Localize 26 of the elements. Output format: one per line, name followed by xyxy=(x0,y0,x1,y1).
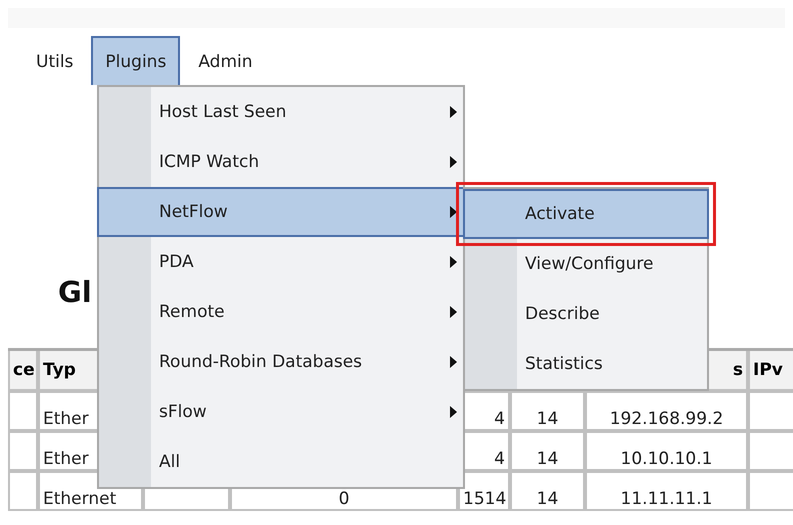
menu-item[interactable]: PDA xyxy=(97,237,465,287)
page-heading: Gl xyxy=(58,275,92,311)
menu-item[interactable]: ICMP Watch xyxy=(97,137,465,187)
table-cell: 11.11.11.1 xyxy=(585,471,748,511)
menu-item[interactable]: Remote xyxy=(97,287,465,337)
menu-item[interactable]: Host Last Seen xyxy=(97,87,465,137)
column-header: ce xyxy=(8,351,38,391)
table-cell: 192.168.99.2 xyxy=(585,391,748,431)
menu-bar-item[interactable]: Utils xyxy=(22,36,88,85)
table-cell: 14 xyxy=(510,471,585,511)
table-cell: 14 xyxy=(510,391,585,431)
menu-item[interactable]: Describe xyxy=(463,289,709,339)
submenu-arrow-icon xyxy=(450,206,457,218)
menu-item[interactable]: NetFlow xyxy=(97,187,465,237)
menu-item[interactable]: View/Configure xyxy=(463,239,709,289)
menu-bar-item[interactable]: Admin xyxy=(184,36,267,85)
submenu-arrow-icon xyxy=(450,106,457,118)
menu-bar-item[interactable]: Plugins xyxy=(91,36,180,85)
submenu-arrow-icon xyxy=(450,256,457,268)
column-header: IPv xyxy=(748,351,793,391)
submenu-arrow-icon xyxy=(450,356,457,368)
submenu-arrow-icon xyxy=(450,406,457,418)
table-cell: 14 xyxy=(510,431,585,471)
table-cell: 10.10.10.1 xyxy=(585,431,748,471)
submenu-arrow-icon xyxy=(450,156,457,168)
submenu-arrow-icon xyxy=(450,306,457,318)
